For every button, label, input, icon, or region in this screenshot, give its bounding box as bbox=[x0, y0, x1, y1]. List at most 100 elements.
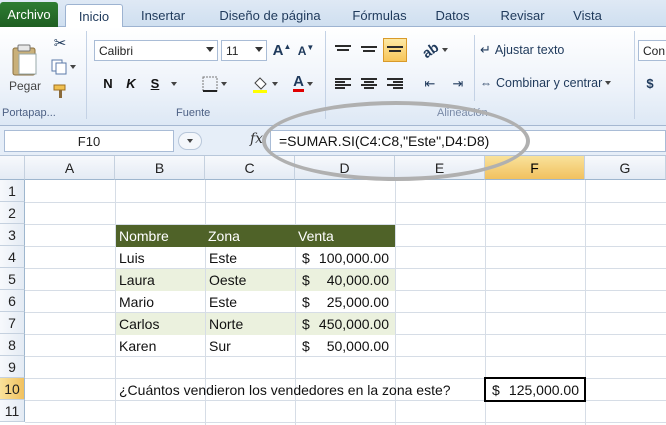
name-box[interactable]: F10 bbox=[4, 130, 174, 152]
currency-symbol: $ bbox=[302, 338, 310, 354]
table-header-zona[interactable]: Zona bbox=[205, 225, 295, 247]
align-bottom-button[interactable] bbox=[383, 38, 407, 62]
column-header-e[interactable]: E bbox=[395, 156, 485, 180]
row-header-10[interactable]: 10 bbox=[0, 378, 25, 400]
grow-font-button[interactable]: A▲ bbox=[271, 40, 293, 61]
row-header-7[interactable]: 7 bbox=[0, 312, 25, 334]
amount: 25,000.00 bbox=[326, 294, 389, 310]
scissors-icon: ✂ bbox=[53, 35, 67, 52]
shrink-font-icon: A▼ bbox=[297, 43, 315, 58]
tab-data[interactable]: Datos bbox=[425, 4, 480, 27]
table-cell-zona[interactable]: Norte bbox=[206, 313, 295, 335]
table-cell-venta[interactable]: $100,000.00 bbox=[296, 247, 395, 269]
number-format-combo[interactable]: Con bbox=[638, 40, 666, 61]
underline-button[interactable]: S bbox=[145, 73, 165, 94]
decrease-indent-icon: ⇤ bbox=[424, 75, 436, 91]
row-header-4[interactable]: 4 bbox=[0, 246, 25, 268]
cut-button[interactable]: ✂ bbox=[48, 33, 72, 53]
underline-dropdown[interactable] bbox=[166, 73, 178, 94]
row-header-6[interactable]: 6 bbox=[0, 290, 25, 312]
tab-formulas[interactable]: Fórmulas bbox=[342, 4, 417, 27]
column-header-f[interactable]: F bbox=[485, 156, 585, 180]
table-cell-zona[interactable]: Este bbox=[206, 291, 295, 313]
font-color-button[interactable]: A bbox=[286, 73, 320, 94]
wrap-text-button[interactable]: ↵ Ajustar texto bbox=[480, 39, 600, 61]
table-cell-nombre[interactable]: Karen bbox=[116, 335, 205, 357]
question-cell[interactable]: ¿Cuántos vendieron los vendedores en la … bbox=[116, 379, 485, 401]
tab-file[interactable]: Archivo bbox=[0, 2, 58, 27]
merge-center-icon: ⇔ bbox=[480, 76, 492, 90]
table-cell-venta[interactable]: $50,000.00 bbox=[296, 335, 395, 357]
column-header-b[interactable]: B bbox=[115, 156, 205, 180]
insert-function-icon[interactable]: fx bbox=[250, 131, 263, 147]
tab-page-layout[interactable]: Diseño de página bbox=[205, 4, 335, 27]
row-header-8[interactable]: 8 bbox=[0, 334, 25, 356]
table-cell-zona[interactable]: Oeste bbox=[206, 269, 295, 291]
align-left-button[interactable] bbox=[331, 73, 355, 94]
shrink-font-button[interactable]: A▼ bbox=[295, 40, 317, 61]
format-painter-button[interactable] bbox=[48, 81, 72, 101]
number-format-value: Con bbox=[643, 43, 666, 58]
paste-button[interactable]: Pegar bbox=[6, 33, 44, 103]
paste-label: Pegar bbox=[8, 79, 42, 93]
tab-insert[interactable]: Insertar bbox=[128, 4, 198, 27]
align-center-button[interactable] bbox=[357, 73, 381, 94]
wrap-text-label: Ajustar texto bbox=[494, 43, 565, 57]
paintbrush-icon bbox=[53, 84, 66, 98]
align-right-button[interactable] bbox=[383, 73, 407, 94]
fill-color-button[interactable] bbox=[246, 73, 282, 94]
column-header-d[interactable]: D bbox=[295, 156, 395, 180]
alignment-group-label: Alineación bbox=[437, 107, 488, 119]
currency-symbol: $ bbox=[302, 272, 310, 288]
increase-indent-button[interactable]: ⇥ bbox=[446, 73, 470, 94]
align-bottom-icon bbox=[387, 46, 403, 54]
align-middle-button[interactable] bbox=[357, 39, 381, 61]
row-header-1[interactable]: 1 bbox=[0, 180, 25, 202]
merge-center-label: Combinar y centrar bbox=[496, 76, 603, 90]
table-cell-nombre[interactable]: Laura bbox=[116, 269, 205, 291]
column-header-c[interactable]: C bbox=[205, 156, 295, 180]
orientation-button[interactable]: ab bbox=[418, 39, 452, 61]
font-color-icon: A bbox=[293, 73, 304, 92]
table-cell-nombre[interactable]: Carlos bbox=[116, 313, 205, 335]
align-top-icon bbox=[335, 45, 351, 55]
merge-center-button[interactable]: ⇔ Combinar y centrar bbox=[480, 72, 630, 94]
tab-home[interactable]: Inicio bbox=[65, 4, 123, 28]
name-box-dropdown[interactable] bbox=[178, 132, 202, 150]
currency-symbol: $ bbox=[302, 250, 310, 266]
align-center-icon bbox=[361, 77, 377, 90]
row-header-11[interactable]: 11 bbox=[0, 400, 25, 422]
table-cell-venta[interactable]: $40,000.00 bbox=[296, 269, 395, 291]
row-header-3[interactable]: 3 bbox=[0, 224, 25, 246]
table-cell-zona[interactable]: Sur bbox=[206, 335, 295, 357]
select-all-corner[interactable] bbox=[0, 156, 25, 180]
tab-view[interactable]: Vista bbox=[560, 4, 615, 27]
table-cell-venta[interactable]: $25,000.00 bbox=[296, 291, 395, 313]
table-cell-zona[interactable]: Este bbox=[206, 247, 295, 269]
row-header-9[interactable]: 9 bbox=[0, 356, 25, 378]
ribbon: Pegar ✂ Portapap... Calibri 11 A▲ A▼ N K… bbox=[0, 27, 666, 126]
table-header-venta[interactable]: Venta bbox=[295, 225, 395, 247]
column-header-a[interactable]: A bbox=[25, 156, 115, 180]
copy-button[interactable] bbox=[48, 57, 78, 77]
italic-button[interactable]: K bbox=[121, 73, 141, 94]
table-cell-venta[interactable]: $450,000.00 bbox=[296, 313, 395, 335]
align-top-button[interactable] bbox=[331, 39, 355, 61]
table-cell-nombre[interactable]: Luis bbox=[116, 247, 205, 269]
formula-input[interactable]: =SUMAR.SI(C4:C8,"Este",D4:D8) bbox=[270, 130, 666, 152]
column-header-g[interactable]: G bbox=[585, 156, 666, 180]
row-header-2[interactable]: 2 bbox=[0, 202, 25, 224]
table-header-nombre[interactable]: Nombre bbox=[116, 225, 205, 247]
borders-button[interactable] bbox=[196, 73, 232, 94]
font-size-combo[interactable]: 11 bbox=[221, 40, 267, 61]
currency-format-button[interactable]: $ bbox=[640, 73, 660, 94]
table-cell-nombre[interactable]: Mario bbox=[116, 291, 205, 313]
wrap-text-icon: ↵ bbox=[480, 42, 491, 57]
tab-review[interactable]: Revisar bbox=[490, 4, 555, 27]
bold-button[interactable]: N bbox=[98, 73, 118, 94]
row-header-5[interactable]: 5 bbox=[0, 268, 25, 290]
spreadsheet-grid[interactable]: A B C D E F G 1 2 3 4 5 6 7 8 9 10 11 No… bbox=[0, 156, 666, 425]
amount: 450,000.00 bbox=[318, 316, 389, 332]
decrease-indent-button[interactable]: ⇤ bbox=[418, 73, 442, 94]
font-name-combo[interactable]: Calibri bbox=[94, 40, 218, 61]
